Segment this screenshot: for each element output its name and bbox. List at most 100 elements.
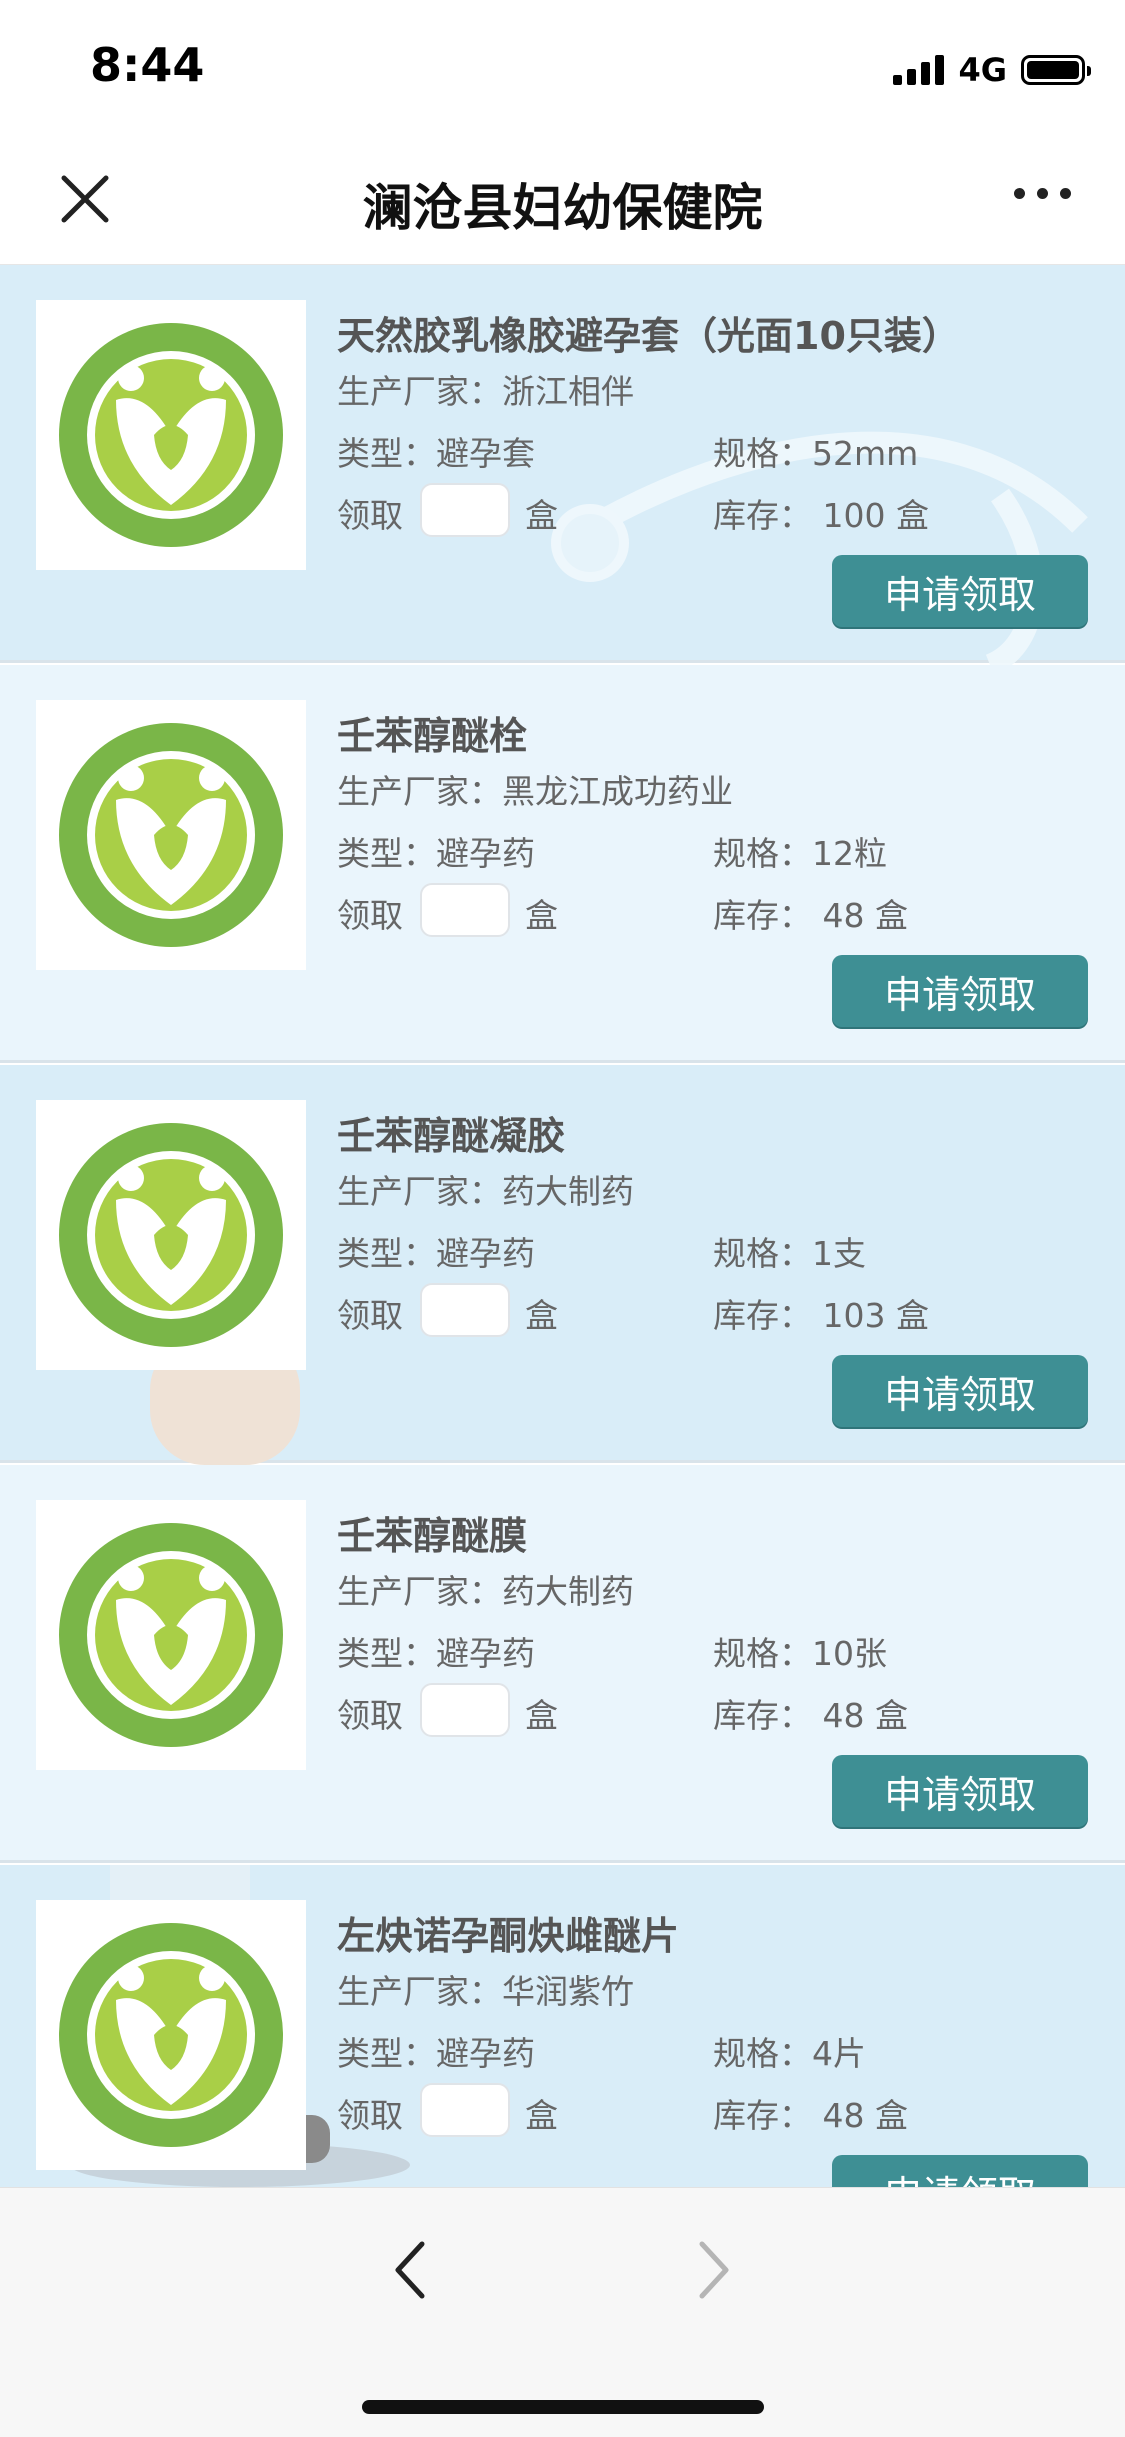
spec-row: 规格：1支 (713, 1227, 866, 1275)
family-planning-logo-icon (59, 1523, 283, 1747)
more-options-icon[interactable] (1014, 188, 1071, 199)
family-planning-logo-icon (59, 723, 283, 947)
unit-label: 盒 (525, 1296, 558, 1335)
type-value: 避孕药 (436, 2034, 535, 2073)
claim-label: 领取 (337, 2096, 403, 2135)
family-planning-logo-icon (59, 1123, 283, 1347)
stock-value: 100 盒 (822, 496, 929, 535)
spec-value: 10张 (812, 1634, 887, 1673)
product-name: 壬苯醇醚栓 (337, 714, 528, 758)
manufacturer-value: 浙江相伴 (502, 372, 634, 411)
manufacturer-row: 生产厂家：浙江相伴 (337, 365, 634, 413)
apply-button[interactable]: 申请领取 (832, 555, 1088, 627)
manufacturer-label: 生产厂家： (337, 772, 502, 811)
stock-value: 103 盒 (822, 1296, 929, 1335)
stock-row: 库存： 48 盒 (713, 889, 908, 937)
apply-button[interactable]: 申请领取 (832, 955, 1088, 1027)
stock-row: 库存： 48 盒 (713, 1689, 908, 1737)
apply-button[interactable]: 申请领取 (832, 1355, 1088, 1427)
unit-label: 盒 (525, 2096, 558, 2135)
type-label: 类型： (337, 834, 436, 873)
product-name: 天然胶乳橡胶避孕套（光面10只装） (337, 314, 960, 358)
stock-value: 48 盒 (822, 896, 908, 935)
family-planning-logo-icon (59, 1923, 283, 2147)
family-planning-logo-icon (59, 323, 283, 547)
type-label: 类型： (337, 1634, 436, 1673)
unit-label: 盒 (525, 896, 558, 935)
stock-row: 库存： 100 盒 (713, 489, 929, 537)
page-title: 澜沧县妇幼保健院 (362, 179, 763, 237)
back-arrow-icon[interactable] (390, 2238, 430, 2302)
type-label: 类型： (337, 1234, 436, 1273)
quantity-input[interactable] (420, 2083, 510, 2137)
product-image (36, 1100, 306, 1370)
product-info: 壬苯醇醚栓 (337, 705, 1097, 760)
unit-label: 盒 (525, 1696, 558, 1735)
manufacturer-label: 生产厂家： (337, 1572, 502, 1611)
spec-label: 规格： (713, 2034, 812, 2073)
type-label: 类型： (337, 434, 436, 473)
stock-label: 库存： (713, 2096, 812, 2135)
product-name: 壬苯醇醚凝胶 (337, 1114, 566, 1158)
claim-label: 领取 (337, 1296, 403, 1335)
product-info: 壬苯醇醚凝胶 (337, 1105, 1097, 1160)
manufacturer-value: 黑龙江成功药业 (502, 772, 733, 811)
product-card: 天然胶乳橡胶避孕套（光面10只装） 生产厂家：浙江相伴 类型：避孕套 规格：52… (0, 265, 1125, 665)
type-value: 避孕药 (436, 834, 535, 873)
quantity-input[interactable] (420, 883, 510, 937)
type-row: 类型：避孕套 (337, 427, 535, 475)
status-bar: 8:44 4G (0, 0, 1125, 132)
battery-icon (1021, 55, 1091, 85)
product-info: 壬苯醇醚膜 (337, 1505, 1097, 1560)
stock-label: 库存： (713, 1296, 812, 1335)
spec-value: 12粒 (812, 834, 887, 873)
spec-value: 4片 (812, 2034, 866, 2073)
cellular-signal-icon (893, 55, 945, 85)
quantity-input[interactable] (420, 483, 510, 537)
type-row: 类型：避孕药 (337, 1227, 535, 1275)
apply-button[interactable]: 申请领取 (832, 2155, 1088, 2187)
spec-value: 52mm (812, 434, 919, 473)
apply-button[interactable]: 申请领取 (832, 1755, 1088, 1827)
stock-value: 48 盒 (822, 2096, 908, 2135)
type-value: 避孕套 (436, 434, 535, 473)
spec-row: 规格：10张 (713, 1627, 887, 1675)
product-image (36, 700, 306, 970)
product-card: 左炔诺孕酮炔雌醚片 生产厂家：华润紫竹 类型：避孕药 规格：4片 领取 盒 库存… (0, 1865, 1125, 2187)
spec-label: 规格： (713, 1634, 812, 1673)
unit-label: 盒 (525, 496, 558, 535)
home-indicator[interactable] (362, 2400, 764, 2414)
manufacturer-label: 生产厂家： (337, 372, 502, 411)
manufacturer-label: 生产厂家： (337, 1972, 502, 2011)
manufacturer-row: 生产厂家：华润紫竹 (337, 1965, 634, 2013)
quantity-input[interactable] (420, 1283, 510, 1337)
nav-bar: 澜沧县妇幼保健院 (0, 132, 1125, 265)
stock-label: 库存： (713, 496, 812, 535)
claim-label: 领取 (337, 896, 403, 935)
type-value: 避孕药 (436, 1234, 535, 1273)
stock-label: 库存： (713, 1696, 812, 1735)
browser-toolbar (0, 2187, 1125, 2437)
manufacturer-row: 生产厂家：药大制药 (337, 1165, 634, 1213)
spec-row: 规格：4片 (713, 2027, 866, 2075)
type-row: 类型：避孕药 (337, 827, 535, 875)
product-list[interactable]: 天然胶乳橡胶避孕套（光面10只装） 生产厂家：浙江相伴 类型：避孕套 规格：52… (0, 265, 1125, 2187)
stock-row: 库存： 103 盒 (713, 1289, 929, 1337)
manufacturer-label: 生产厂家： (337, 1172, 502, 1211)
spec-label: 规格： (713, 834, 812, 873)
claim-label: 领取 (337, 1696, 403, 1735)
status-time: 8:44 (90, 38, 205, 92)
type-row: 类型：避孕药 (337, 2027, 535, 2075)
product-info: 左炔诺孕酮炔雌醚片 (337, 1905, 1097, 1960)
spec-row: 规格：12粒 (713, 827, 887, 875)
claim-label: 领取 (337, 496, 403, 535)
quantity-input[interactable] (420, 1683, 510, 1737)
product-card: 壬苯醇醚栓 生产厂家：黑龙江成功药业 类型：避孕药 规格：12粒 领取 盒 库存… (0, 665, 1125, 1063)
forward-arrow-icon[interactable] (694, 2238, 734, 2302)
type-label: 类型： (337, 2034, 436, 2073)
product-name: 左炔诺孕酮炔雌醚片 (337, 1914, 680, 1958)
manufacturer-value: 药大制药 (502, 1572, 634, 1611)
spec-label: 规格： (713, 434, 812, 473)
product-card: 壬苯醇醚膜 生产厂家：药大制药 类型：避孕药 规格：10张 领取 盒 库存： 4… (0, 1465, 1125, 1863)
manufacturer-value: 药大制药 (502, 1172, 634, 1211)
